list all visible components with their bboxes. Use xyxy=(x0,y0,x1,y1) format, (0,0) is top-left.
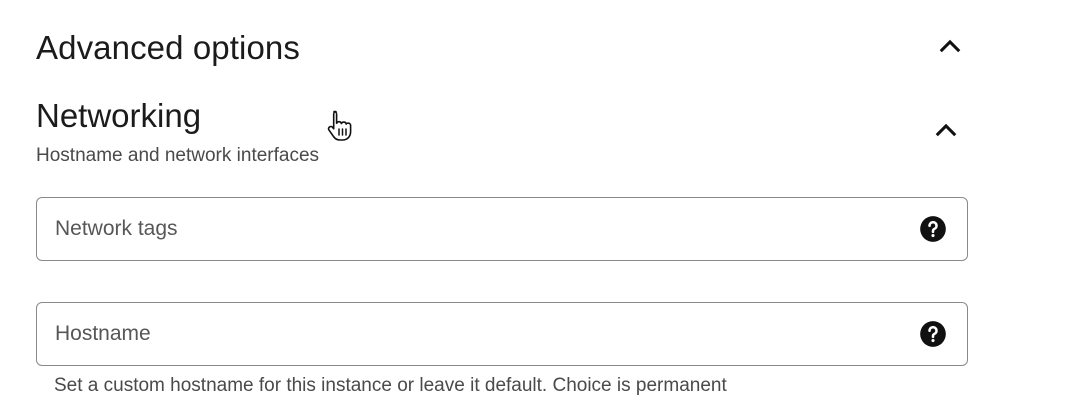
help-circle-icon[interactable] xyxy=(919,215,947,243)
hostname-helper-text: Set a custom hostname for this instance … xyxy=(54,375,727,396)
advanced-options-collapse-button[interactable] xyxy=(928,26,972,70)
advanced-options-title: Advanced options xyxy=(36,29,300,66)
hostname-field[interactable] xyxy=(36,302,968,366)
chevron-up-icon xyxy=(932,116,960,149)
hostname-input[interactable] xyxy=(55,322,919,346)
network-tags-input[interactable] xyxy=(55,217,919,241)
network-tags-field[interactable] xyxy=(36,197,968,261)
help-circle-icon[interactable] xyxy=(919,320,947,348)
networking-collapse-button[interactable] xyxy=(924,110,968,154)
advanced-options-header[interactable]: Advanced options xyxy=(36,26,968,70)
networking-header[interactable]: Networking xyxy=(36,94,968,138)
chevron-up-icon xyxy=(936,32,964,65)
networking-subtitle: Hostname and network interfaces xyxy=(36,145,320,166)
networking-title: Networking xyxy=(36,97,202,134)
